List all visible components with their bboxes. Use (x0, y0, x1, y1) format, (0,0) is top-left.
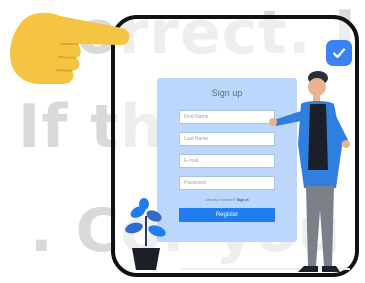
first-name-field[interactable]: First Name (179, 110, 275, 124)
last-name-field[interactable]: Last Name (179, 132, 275, 146)
email-field[interactable]: E-mail (179, 154, 275, 168)
checkmark-icon (332, 48, 346, 59)
potted-plant-icon (125, 198, 166, 270)
register-button[interactable]: Register (179, 208, 275, 222)
person-illustration (269, 71, 350, 272)
check-badge-icon (326, 40, 352, 66)
signin-link[interactable]: Sign In (237, 198, 249, 202)
password-field[interactable]: Password (179, 176, 275, 190)
signin-prompt: Already a member? (205, 198, 236, 202)
pointing-hand-icon (10, 12, 130, 85)
